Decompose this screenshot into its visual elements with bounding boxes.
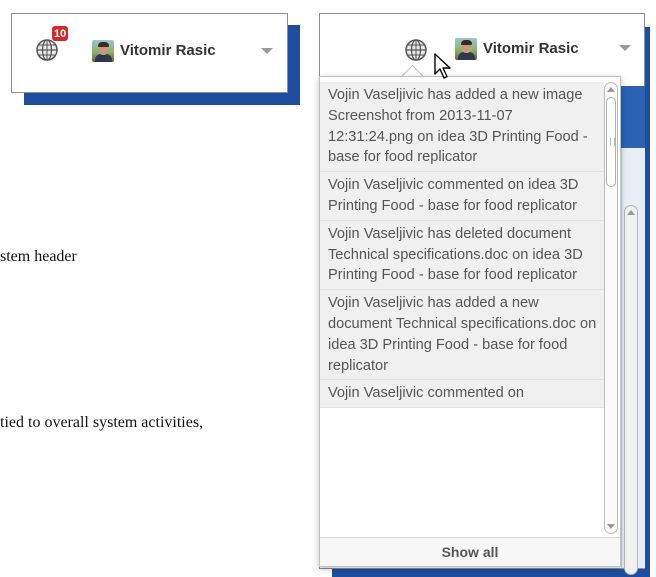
globe-icon[interactable] bbox=[404, 38, 428, 62]
scroll-thumb[interactable] bbox=[606, 97, 616, 187]
scroll-up-icon[interactable] bbox=[607, 87, 615, 92]
scroll-down-icon[interactable] bbox=[607, 524, 615, 529]
user-avatar[interactable] bbox=[92, 40, 114, 62]
app-header-bar bbox=[621, 86, 645, 148]
mouse-cursor-icon bbox=[434, 53, 454, 86]
caret-down-icon[interactable] bbox=[619, 45, 631, 51]
notification-list: Vojin Vaseljivic has added a new image S… bbox=[320, 82, 604, 538]
show-all-button[interactable]: Show all bbox=[320, 537, 620, 566]
notifications-dropdown: Vojin Vaseljivic has added a new image S… bbox=[319, 76, 621, 567]
notification-item[interactable]: Vojin Vaseljivic has added a new documen… bbox=[320, 290, 604, 381]
notification-item[interactable]: Vojin Vaseljivic has added a new image S… bbox=[320, 82, 604, 173]
page-scrollbar[interactable] bbox=[624, 205, 638, 575]
user-name[interactable]: Vitomir Rasic bbox=[120, 42, 216, 59]
document-text-line: tied to overall system activities, bbox=[0, 414, 204, 431]
user-name[interactable]: Vitomir Rasic bbox=[483, 40, 579, 57]
caret-down-icon[interactable] bbox=[261, 48, 273, 54]
notification-count-badge: 10 bbox=[51, 25, 70, 42]
notification-item[interactable]: Vojin Vaseljivic has deleted document Te… bbox=[320, 220, 604, 291]
notification-item[interactable]: Vojin Vaseljivic commented on bbox=[320, 380, 604, 409]
notification-item[interactable]: Vojin Vaseljivic commented on idea 3D Pr… bbox=[320, 172, 604, 221]
user-avatar[interactable] bbox=[455, 38, 477, 60]
document-text-line: stem header bbox=[0, 248, 77, 265]
system-header-collapsed: 10 Vitomir Rasic bbox=[11, 13, 288, 93]
notification-scrollbar[interactable] bbox=[604, 82, 618, 534]
